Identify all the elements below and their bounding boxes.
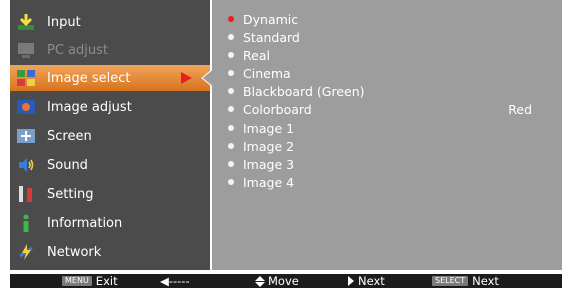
- menu-item-label: Sound: [47, 157, 88, 173]
- option-label: Standard: [243, 29, 300, 45]
- option-colorboard[interactable]: Colorboard Red: [212, 100, 552, 118]
- option-standard[interactable]: Standard: [212, 28, 552, 46]
- image-adjust-icon: [15, 97, 37, 117]
- menu-item-label: Input: [47, 14, 81, 30]
- option-label: Real: [243, 47, 270, 63]
- hint-exit: MENU Exit: [62, 274, 118, 288]
- menu-item-label: PC adjust: [47, 42, 108, 58]
- menu-item-label: Information: [47, 215, 123, 231]
- menu-item-label: Setting: [47, 186, 94, 202]
- up-down-arrow-icon: [255, 275, 265, 287]
- option-label: Image 3: [243, 156, 295, 172]
- menu-item-label: Image adjust: [47, 99, 132, 115]
- option-label: Cinema: [243, 65, 291, 81]
- bullet-icon: [228, 70, 234, 76]
- image-select-icon: [15, 68, 37, 88]
- option-real[interactable]: Real: [212, 46, 552, 64]
- hint-back-label: ◀-----: [160, 274, 190, 288]
- select-key-icon: SELECT: [432, 276, 469, 286]
- bullet-icon: [228, 161, 234, 167]
- menu-item-label: Image select: [47, 70, 131, 86]
- bullet-icon: [228, 125, 234, 131]
- projector-osd: Input PC adjust Image select Image adjus…: [0, 0, 573, 288]
- option-image-1[interactable]: Image 1: [212, 119, 552, 137]
- main-menu: Input PC adjust Image select Image adjus…: [10, 0, 210, 270]
- option-label: Image 4: [243, 174, 295, 190]
- hint-select-next: SELECT Next: [432, 274, 499, 288]
- network-icon: [15, 242, 37, 262]
- option-label: Image 2: [243, 138, 295, 154]
- menu-item-label: Screen: [47, 128, 92, 144]
- selection-arrow-icon: [181, 72, 192, 84]
- sound-icon: [15, 155, 37, 175]
- hint-move-label: Move: [268, 274, 299, 288]
- option-label: Blackboard (Green): [243, 83, 365, 99]
- option-image-2[interactable]: Image 2: [212, 137, 552, 155]
- option-label: Dynamic: [243, 11, 299, 27]
- option-label: Colorboard: [243, 101, 312, 117]
- right-arrow-icon: [348, 276, 354, 286]
- menu-item-information[interactable]: Information: [10, 210, 210, 236]
- bullet-icon: [228, 106, 234, 112]
- hint-back: ◀-----: [160, 274, 190, 288]
- bullet-icon: [228, 143, 234, 149]
- option-blackboard-green[interactable]: Blackboard (Green): [212, 82, 552, 100]
- key-guide-bar: MENU Exit ◀----- Move Next SELECT Next: [10, 274, 562, 288]
- menu-item-input[interactable]: Input: [10, 9, 210, 35]
- hint-select-next-label: Next: [472, 274, 499, 288]
- bullet-icon: [228, 52, 234, 58]
- menu-item-network[interactable]: Network: [10, 239, 210, 265]
- hint-move: Move: [255, 274, 299, 288]
- option-label: Image 1: [243, 120, 295, 136]
- setting-icon: [15, 184, 37, 204]
- menu-item-image-adjust[interactable]: Image adjust: [10, 94, 210, 120]
- screen-icon: [15, 126, 37, 146]
- active-bullet-icon: [228, 16, 234, 22]
- menu-key-icon: MENU: [62, 276, 92, 286]
- menu-item-setting[interactable]: Setting: [10, 181, 210, 207]
- image-mode-list: Dynamic Standard Real Cinema Blackboard …: [212, 0, 562, 270]
- menu-item-sound[interactable]: Sound: [10, 152, 210, 178]
- menu-item-pc-adjust[interactable]: PC adjust: [10, 37, 210, 63]
- menu-item-label: Network: [47, 244, 102, 260]
- option-dynamic[interactable]: Dynamic: [212, 10, 552, 28]
- hint-next-label: Next: [358, 274, 385, 288]
- menu-item-screen[interactable]: Screen: [10, 123, 210, 149]
- input-icon: [15, 12, 37, 32]
- pc-adjust-icon: [15, 40, 37, 60]
- bullet-icon: [228, 34, 234, 40]
- bullet-icon: [228, 179, 234, 185]
- hint-next: Next: [348, 274, 385, 288]
- information-icon: [15, 213, 37, 233]
- bullet-icon: [228, 88, 234, 94]
- menu-item-image-select[interactable]: Image select: [10, 65, 210, 91]
- option-cinema[interactable]: Cinema: [212, 64, 552, 82]
- option-image-4[interactable]: Image 4: [212, 173, 552, 191]
- hint-exit-label: Exit: [95, 274, 118, 288]
- option-image-3[interactable]: Image 3: [212, 155, 552, 173]
- colorboard-value: Red: [508, 101, 532, 117]
